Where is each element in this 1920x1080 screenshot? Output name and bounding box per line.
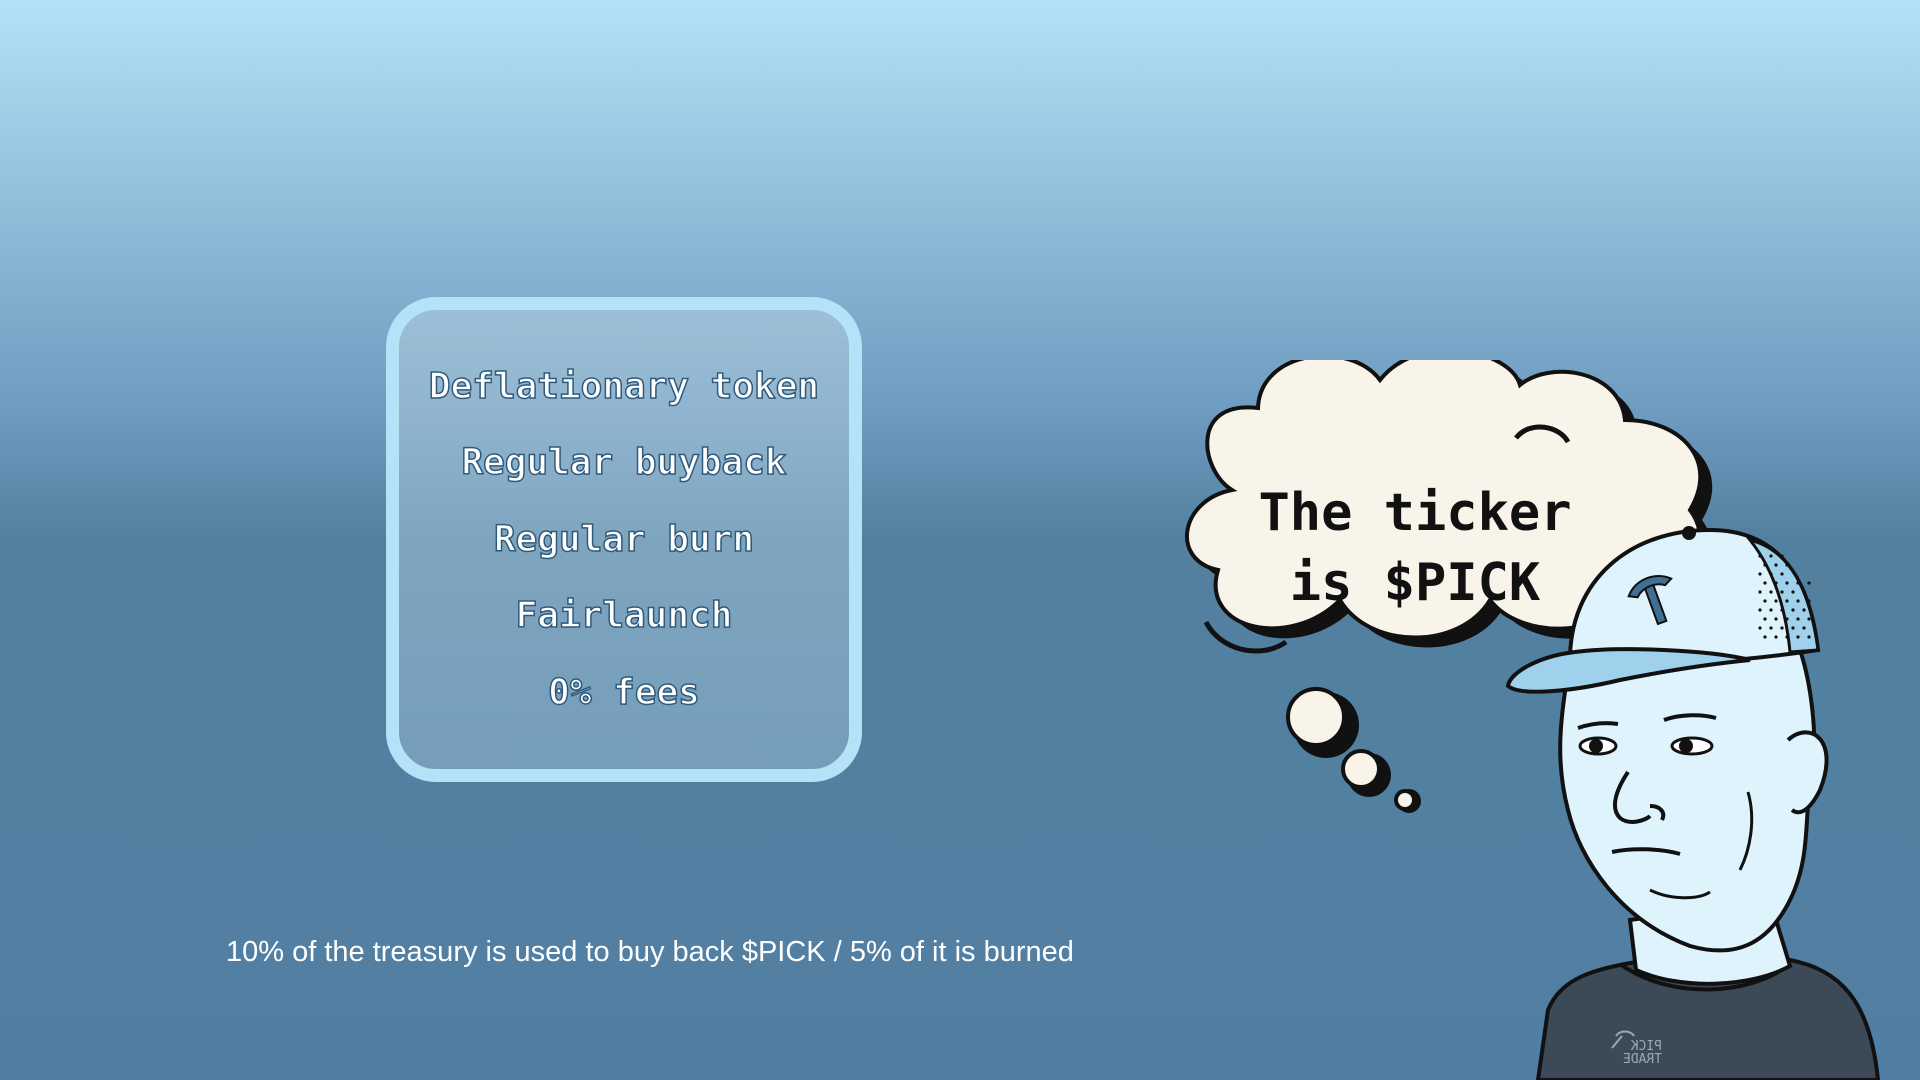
feature-item-buyback: Regular buyback	[461, 442, 788, 483]
treasury-caption: 10% of the treasury is used to buy back …	[226, 936, 1074, 968]
face	[1558, 647, 1817, 953]
ear	[1786, 730, 1829, 815]
right-pupil	[1679, 739, 1693, 753]
feature-item-deflationary: Deflationary token	[428, 365, 820, 407]
feature-item-fees: 0% fees	[547, 671, 700, 713]
feature-item-fairlaunch: Fairlaunch	[515, 595, 733, 636]
wojak-illustration: The ticker is $PICK PICK TRADE	[1185, 360, 1881, 1080]
feature-item-burn: Regular burn	[493, 518, 755, 560]
features-card: Deflationary token Regular buyback Regul…	[386, 297, 862, 782]
shirt-logo-line2: TRADE	[1623, 1052, 1662, 1067]
left-pupil	[1589, 739, 1603, 753]
thought-bubble-line2: is $PICK	[1290, 553, 1541, 613]
thought-bubble-line1: The ticker	[1258, 483, 1571, 543]
